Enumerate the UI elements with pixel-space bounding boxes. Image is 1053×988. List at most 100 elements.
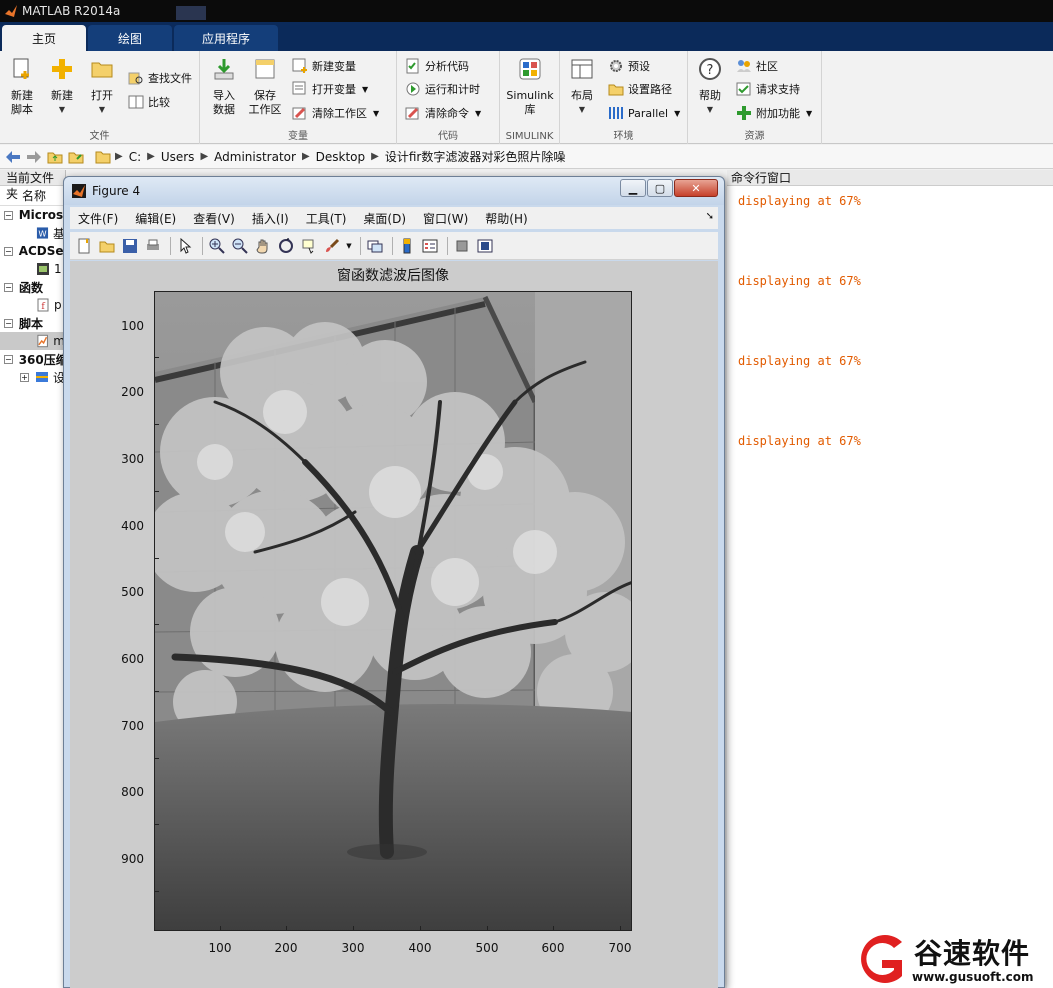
save-workspace-button[interactable]: 保存 工作区	[245, 57, 285, 117]
add-ons-dropdown-icon[interactable]: ▼	[806, 109, 812, 118]
figure-window[interactable]: Figure 4 ▁ ▢ ✕ 文件(F) 编辑(E) 查看(V) 插入(I) 工…	[63, 176, 725, 988]
layout-dropdown-icon[interactable]: ▼	[562, 103, 602, 117]
group-row[interactable]: −ACDSee	[0, 242, 65, 260]
figure-titlebar[interactable]: Figure 4 ▁ ▢ ✕	[64, 177, 724, 205]
forward-button[interactable]	[25, 148, 43, 166]
breadcrumb-separator-icon[interactable]: ▶	[302, 151, 310, 162]
file-row[interactable]: 1	[0, 260, 65, 278]
menu-tools[interactable]: 工具(T)	[306, 210, 347, 227]
collapse-icon[interactable]: −	[4, 246, 13, 256]
file-row[interactable]: + 设	[0, 368, 65, 386]
breadcrumb-administrator[interactable]: Administrator	[214, 150, 296, 164]
up-folder-button[interactable]	[46, 148, 64, 166]
open-variable-dropdown-icon[interactable]: ▼	[362, 85, 368, 94]
command-window[interactable]: 命令行窗口 displaying at 67% displaying at 67…	[727, 170, 1053, 988]
breadcrumb-separator-icon[interactable]: ▶	[115, 151, 123, 162]
group-row[interactable]: −360压缩	[0, 350, 65, 368]
simulink-library-button[interactable]: Simulink 库	[504, 57, 556, 117]
rotate-3d-button[interactable]	[276, 236, 296, 256]
help-button[interactable]: ? 帮助 ▼	[690, 57, 730, 117]
file-row[interactable]: W基	[0, 224, 65, 242]
zoom-out-button[interactable]	[230, 236, 250, 256]
insert-colorbar-button[interactable]	[397, 236, 417, 256]
breadcrumb-c[interactable]: C:	[129, 150, 141, 164]
open-file-button[interactable]	[97, 236, 117, 256]
menu-view[interactable]: 查看(V)	[193, 210, 235, 227]
zoom-in-button[interactable]	[207, 236, 227, 256]
breadcrumb-separator-icon[interactable]: ▶	[200, 151, 208, 162]
y-tick-label: 900	[121, 852, 144, 866]
open-dropdown-icon[interactable]: ▼	[82, 103, 122, 117]
breadcrumb-separator-icon[interactable]: ▶	[147, 151, 155, 162]
add-ons-button[interactable]: 附加功能 ▼	[736, 103, 812, 123]
menu-insert[interactable]: 插入(I)	[252, 210, 289, 227]
maximize-button[interactable]: ▢	[647, 179, 673, 197]
tab-apps[interactable]: 应用程序	[174, 25, 278, 51]
file-row-selected[interactable]: m	[0, 332, 65, 350]
menu-file[interactable]: 文件(F)	[78, 210, 118, 227]
help-dropdown-icon[interactable]: ▼	[690, 103, 730, 117]
dock-arrow-icon[interactable]: ➘	[706, 211, 714, 222]
figure-canvas[interactable]: 窗函数滤波后图像 100 200 300 400 500 600 700 800…	[70, 261, 718, 988]
edit-plot-button[interactable]	[175, 236, 195, 256]
group-row[interactable]: − 函数	[0, 278, 65, 296]
menu-help[interactable]: 帮助(H)	[485, 210, 527, 227]
parallel-button[interactable]: Parallel ▼	[608, 103, 680, 123]
compare-button[interactable]: 比较	[128, 92, 170, 112]
collapse-icon[interactable]: −	[4, 210, 13, 220]
find-files-button[interactable]: 查找文件	[128, 68, 192, 88]
group-row[interactable]: −Microso	[0, 206, 65, 224]
group-row[interactable]: − 脚本	[0, 314, 65, 332]
new-button[interactable]: 新建 ▼	[42, 57, 82, 117]
breadcrumb-desktop[interactable]: Desktop	[316, 150, 366, 164]
collapse-icon[interactable]: −	[4, 282, 13, 292]
folder-root-button[interactable]	[94, 148, 112, 166]
browse-folder-button[interactable]	[67, 148, 85, 166]
collapse-icon[interactable]: −	[4, 354, 13, 364]
breadcrumb-project-folder[interactable]: 设计fir数字滤波器对彩色照片除噪	[385, 148, 566, 165]
brush-dropdown-icon[interactable]: ▼	[345, 236, 353, 256]
import-data-button[interactable]: 导入 数据	[204, 57, 244, 117]
tab-plots[interactable]: 绘图	[88, 25, 172, 51]
file-row[interactable]: fp	[0, 296, 65, 314]
open-variable-button[interactable]: 打开变量 ▼	[292, 79, 368, 99]
layout-button[interactable]: 布局 ▼	[562, 57, 602, 117]
breadcrumb-users[interactable]: Users	[161, 150, 195, 164]
tab-home[interactable]: 主页	[2, 25, 86, 51]
brush-button[interactable]	[322, 236, 342, 256]
hide-plot-tools-button[interactable]	[452, 236, 472, 256]
print-figure-button[interactable]	[143, 236, 163, 256]
preferences-button[interactable]: 预设	[608, 56, 650, 76]
menu-window[interactable]: 窗口(W)	[423, 210, 468, 227]
open-button[interactable]: 打开 ▼	[82, 57, 122, 117]
close-button[interactable]: ✕	[674, 179, 718, 197]
analyze-code-button[interactable]: 分析代码	[405, 56, 469, 76]
insert-legend-button[interactable]	[420, 236, 440, 256]
new-variable-button[interactable]: 新建变量	[292, 56, 356, 76]
breadcrumb-separator-icon[interactable]: ▶	[371, 151, 379, 162]
show-plot-tools-button[interactable]	[475, 236, 495, 256]
clear-workspace-button[interactable]: 清除工作区 ▼	[292, 103, 379, 123]
new-figure-button[interactable]	[74, 236, 94, 256]
back-button[interactable]	[4, 148, 22, 166]
new-dropdown-icon[interactable]: ▼	[42, 103, 82, 117]
collapse-icon[interactable]: −	[4, 318, 13, 328]
community-button[interactable]: 社区	[736, 56, 778, 76]
request-support-button[interactable]: 请求支持	[736, 79, 800, 99]
pan-button[interactable]	[253, 236, 273, 256]
parallel-dropdown-icon[interactable]: ▼	[674, 109, 680, 118]
data-cursor-button[interactable]	[299, 236, 319, 256]
save-figure-button[interactable]	[120, 236, 140, 256]
menu-edit[interactable]: 编辑(E)	[135, 210, 176, 227]
new-script-button[interactable]: 新建 脚本	[2, 57, 42, 117]
image-axes[interactable]	[154, 291, 632, 931]
clear-commands-button[interactable]: 清除命令 ▼	[405, 103, 481, 123]
run-and-time-button[interactable]: 运行和计时	[405, 79, 480, 99]
minimize-button[interactable]: ▁	[620, 179, 646, 197]
clear-commands-dropdown-icon[interactable]: ▼	[475, 109, 481, 118]
set-path-button[interactable]: 设置路径	[608, 79, 672, 99]
link-plot-button[interactable]	[365, 236, 385, 256]
expand-icon[interactable]: +	[20, 372, 29, 382]
menu-desktop[interactable]: 桌面(D)	[363, 210, 406, 227]
clear-workspace-dropdown-icon[interactable]: ▼	[373, 109, 379, 118]
